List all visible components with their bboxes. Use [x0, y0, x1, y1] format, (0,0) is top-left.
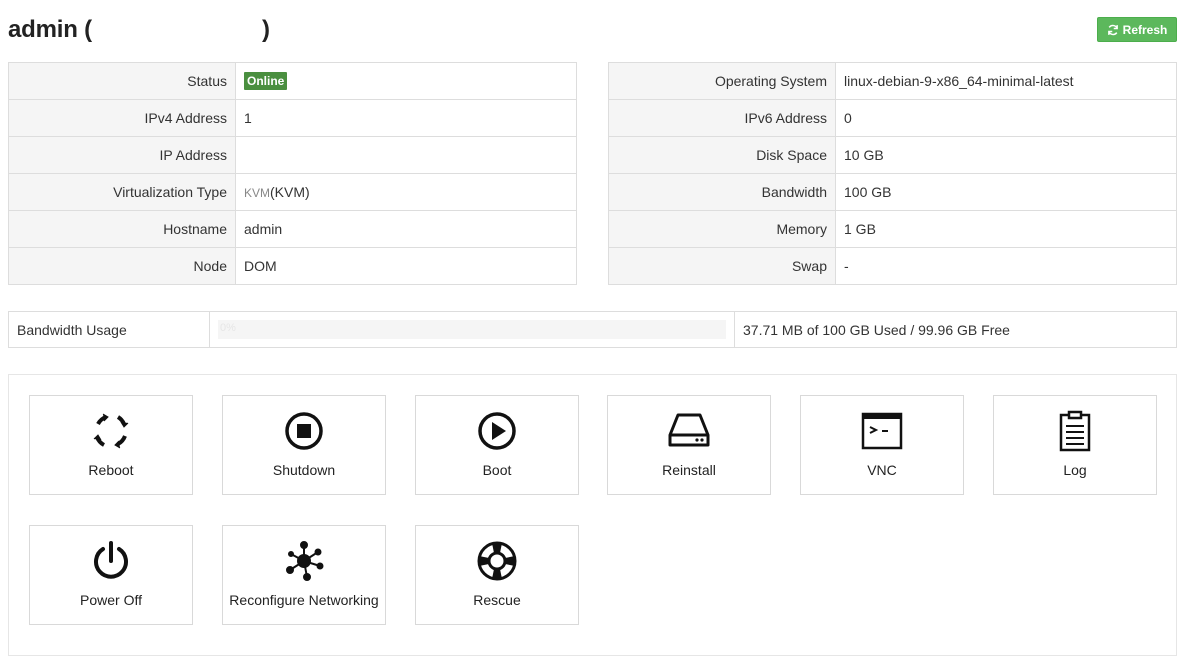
- refresh-button[interactable]: Refresh: [1097, 17, 1177, 42]
- vnc-button[interactable]: VNC: [800, 395, 964, 495]
- ip-address-value: [235, 136, 577, 174]
- hard-drive-icon: [668, 413, 710, 447]
- ipv6-label: IPv6 Address: [608, 99, 836, 137]
- table-row: Hostname admin: [8, 210, 577, 248]
- table-row: Status Online: [8, 62, 577, 100]
- table-row: Node DOM: [8, 247, 577, 285]
- log-button-label: Log: [1063, 462, 1087, 478]
- os-label: Operating System: [608, 62, 836, 100]
- rescue-button-label: Rescue: [473, 592, 521, 608]
- server-info-table-left: Status Online IPv4 Address 1 IP Address …: [8, 62, 577, 285]
- hostname-label: Hostname: [8, 210, 236, 248]
- refresh-button-label: Refresh: [1122, 22, 1168, 37]
- bandwidth-usage-row: Bandwidth Usage 0% 37.71 MB of 100 GB Us…: [8, 311, 1177, 348]
- table-row: Operating System linux-debian-9-x86_64-m…: [608, 62, 1177, 100]
- memory-label: Memory: [608, 210, 836, 248]
- page-title-suffix: ): [261, 16, 270, 43]
- swap-label: Swap: [608, 247, 836, 285]
- refresh-icon: [1107, 24, 1118, 35]
- boot-button-label: Boot: [482, 462, 512, 478]
- node-value: DOM: [235, 247, 577, 285]
- table-row: IPv6 Address 0: [608, 99, 1177, 137]
- table-row: Disk Space 10 GB: [608, 136, 1177, 174]
- stop-icon: [285, 412, 323, 450]
- lifebuoy-icon: [477, 541, 517, 581]
- reconfigure-networking-button[interactable]: Reconfigure Networking: [222, 525, 386, 625]
- log-button[interactable]: Log: [993, 395, 1157, 495]
- status-label: Status: [8, 62, 236, 100]
- ipv4-label: IPv4 Address: [8, 99, 236, 137]
- reboot-icon: [93, 413, 129, 449]
- os-value: linux-debian-9-x86_64-minimal-latest: [835, 62, 1177, 100]
- rescue-button[interactable]: Rescue: [415, 525, 579, 625]
- shutdown-button-label: Shutdown: [272, 462, 336, 478]
- power-off-button-label: Power Off: [80, 592, 142, 608]
- bandwidth-percent: 0%: [220, 322, 236, 334]
- table-row: Bandwidth 100 GB: [608, 173, 1177, 211]
- disk-space-value: 10 GB: [835, 136, 1177, 174]
- vnc-button-label: VNC: [867, 462, 897, 478]
- table-row: IPv4 Address 1: [8, 99, 577, 137]
- network-icon: [286, 541, 324, 581]
- hostname-value: admin: [235, 210, 577, 248]
- power-off-button[interactable]: Power Off: [29, 525, 193, 625]
- ip-address-label: IP Address: [8, 136, 236, 174]
- virtualization-value: (KVM): [270, 184, 310, 200]
- actions-panel: Reboot Shutdown Boot Reinstall VNC Log P…: [8, 374, 1177, 656]
- clipboard-icon: [1059, 410, 1091, 452]
- bandwidth-progress-bar: 0%: [218, 320, 726, 339]
- power-icon: [94, 541, 128, 579]
- table-row: Memory 1 GB: [608, 210, 1177, 248]
- table-row: Virtualization Type KVM(KVM): [8, 173, 577, 211]
- swap-value: -: [835, 247, 1177, 285]
- ipv4-value: 1: [235, 99, 577, 137]
- table-row: IP Address: [8, 136, 577, 174]
- page-title: admin (): [8, 16, 270, 44]
- play-icon: [478, 412, 516, 450]
- shutdown-button[interactable]: Shutdown: [222, 395, 386, 495]
- disk-space-label: Disk Space: [608, 136, 836, 174]
- reinstall-button[interactable]: Reinstall: [607, 395, 771, 495]
- virtualization-prefix: KVM: [244, 186, 271, 200]
- reboot-button[interactable]: Reboot: [29, 395, 193, 495]
- ipv6-value: 0: [835, 99, 1177, 137]
- server-info-table-right: Operating System linux-debian-9-x86_64-m…: [608, 62, 1177, 285]
- terminal-icon: [861, 412, 903, 450]
- reinstall-button-label: Reinstall: [662, 462, 716, 478]
- reboot-button-label: Reboot: [88, 462, 134, 478]
- bandwidth-summary: 37.71 MB of 100 GB Used / 99.96 GB Free: [743, 321, 1010, 338]
- bandwidth-label: Bandwidth: [608, 173, 836, 211]
- table-row: Swap -: [608, 247, 1177, 285]
- memory-value: 1 GB: [835, 210, 1177, 248]
- bandwidth-value: 100 GB: [835, 173, 1177, 211]
- page-title-prefix: admin (: [8, 16, 92, 43]
- status-badge: Online: [244, 72, 288, 90]
- boot-button[interactable]: Boot: [415, 395, 579, 495]
- bandwidth-usage-label: Bandwidth Usage: [17, 321, 127, 338]
- virtualization-label: Virtualization Type: [8, 173, 236, 211]
- reconfigure-networking-button-label: Reconfigure Networking: [229, 592, 379, 608]
- node-label: Node: [8, 247, 236, 285]
